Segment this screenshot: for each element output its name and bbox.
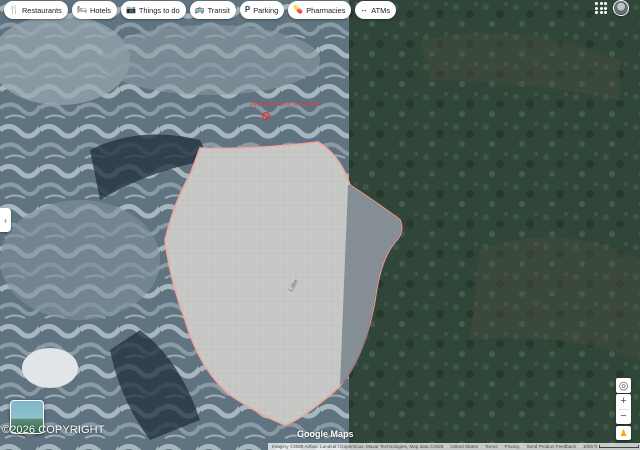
pegman-icon: ♟: [619, 427, 628, 438]
pin-label: Approximate location: [250, 101, 320, 108]
map-footer: Imagery ©2026 Airbus, Landsat / Copernic…: [268, 443, 640, 450]
chip-label: Transit: [207, 5, 230, 15]
chip-parking[interactable]: P Parking: [239, 1, 285, 19]
chevron-left-icon: ‹: [4, 215, 7, 225]
chip-label: Pharmacies: [306, 5, 346, 15]
crosshair-icon: ◎: [618, 380, 629, 392]
chip-hotels[interactable]: 🛏 Hotels: [71, 1, 117, 19]
snow-field: [0, 200, 160, 320]
chip-label: Restaurants: [21, 5, 62, 15]
scale-bar[interactable]: 1000 ft: [583, 444, 639, 449]
bed-icon: 🛏: [76, 5, 87, 14]
chip-label: Parking: [253, 5, 279, 15]
copyright-watermark: ©2026 COPYRIGHT: [2, 424, 105, 436]
parking-icon: P: [244, 5, 251, 14]
zoom-out-button[interactable]: −: [616, 409, 631, 424]
chip-transit[interactable]: 🚌 Transit: [189, 1, 236, 19]
chip-atms[interactable]: ↔ ATMs: [355, 1, 397, 19]
category-chip-bar: 🍴 Restaurants 🛏 Hotels 📷 Things to do 🚌 …: [4, 1, 397, 19]
my-location-button[interactable]: ◎: [616, 378, 631, 393]
scale-bar-line: [598, 445, 639, 448]
chip-label: ATMs: [371, 5, 391, 15]
street-view-pegman-button[interactable]: ♟: [616, 426, 631, 440]
location-pin-dot: [265, 115, 267, 117]
frozen-pond: [22, 348, 78, 388]
chip-label: Hotels: [89, 5, 111, 15]
imagery-attribution: Imagery ©2026 Airbus, Landsat / Copernic…: [272, 444, 444, 449]
country-link[interactable]: United States: [450, 444, 478, 449]
fork-knife-icon: 🍴: [9, 5, 19, 14]
apps-grid-icon[interactable]: [594, 1, 608, 15]
terms-link[interactable]: Terms: [485, 444, 498, 449]
scale-label: 1000 ft: [582, 444, 597, 449]
google-maps-logo: Google Maps: [297, 429, 354, 439]
zoom-in-button[interactable]: +: [616, 394, 631, 409]
satellite-map[interactable]: Lake: [0, 0, 640, 450]
chip-things-to-do[interactable]: 📷 Things to do: [120, 1, 186, 19]
chip-restaurants[interactable]: 🍴 Restaurants: [4, 1, 68, 19]
atm-icon: ↔: [360, 5, 369, 14]
camera-icon: 📷: [125, 5, 136, 14]
chip-pharmacies[interactable]: 💊 Pharmacies: [288, 1, 352, 19]
feedback-link[interactable]: Send Product Feedback: [527, 444, 576, 449]
pharmacy-icon: 💊: [293, 5, 304, 14]
zoom-control: + −: [616, 394, 631, 424]
bus-icon: 🚌: [194, 5, 205, 14]
snow-field: [100, 25, 320, 95]
account-avatar[interactable]: [613, 0, 629, 16]
chip-label: Things to do: [138, 5, 180, 15]
privacy-link[interactable]: Privacy: [505, 444, 520, 449]
collapse-panel-button[interactable]: ‹: [0, 208, 11, 232]
